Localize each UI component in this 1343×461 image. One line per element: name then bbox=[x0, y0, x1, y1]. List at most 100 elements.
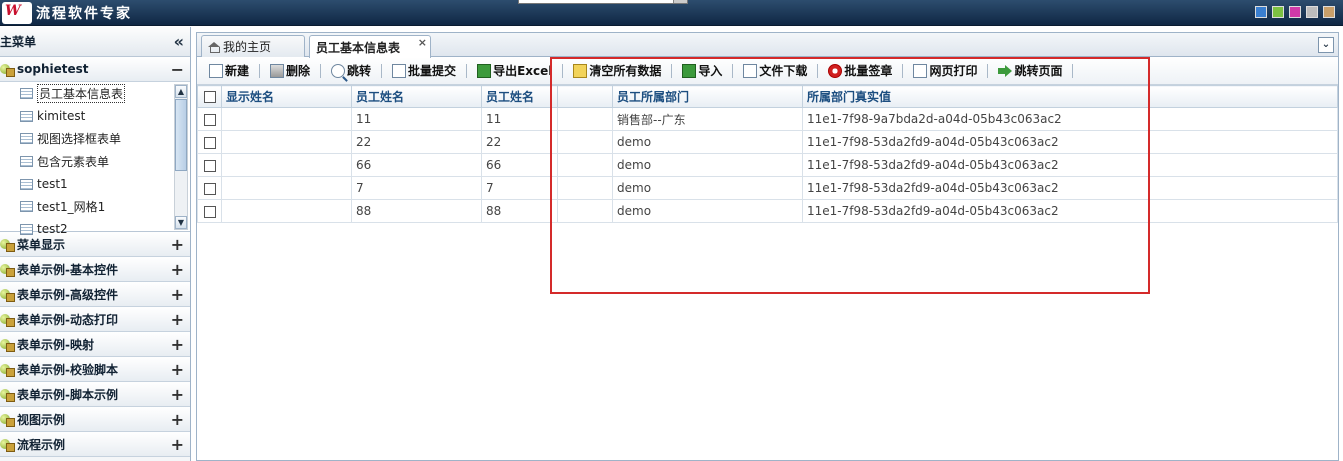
top-search-input[interactable] bbox=[518, 0, 688, 4]
skin-green-button[interactable] bbox=[1272, 6, 1284, 18]
goto-page-button[interactable]: 跳转页面 bbox=[996, 62, 1064, 79]
folder-icon bbox=[0, 287, 15, 302]
table-cell: 11e1-7f98-53da2fd9-a04d-05b43c063ac2 bbox=[802, 176, 1338, 200]
expand-icon[interactable]: + bbox=[171, 360, 184, 379]
separator bbox=[732, 63, 734, 78]
submenu-item-employee-info[interactable]: 员工基本信息表 bbox=[0, 82, 190, 105]
expand-icon[interactable]: + bbox=[171, 335, 184, 354]
skin-gray-button[interactable] bbox=[1306, 6, 1318, 18]
column-header[interactable]: 所属部门真实值 bbox=[802, 85, 1338, 108]
collapse-group-icon[interactable]: − bbox=[171, 60, 184, 79]
table-cell: 22 bbox=[351, 130, 482, 154]
table-cell: demo bbox=[612, 176, 803, 200]
tab-menu-icon[interactable]: ⌄ bbox=[1318, 37, 1334, 53]
collapse-sidebar-icon[interactable]: « bbox=[174, 32, 184, 51]
tab-home[interactable]: 我的主页 bbox=[201, 35, 305, 57]
expand-icon[interactable]: + bbox=[171, 385, 184, 404]
form-icon bbox=[20, 178, 33, 190]
submenu-item-view-select-form[interactable]: 视图选择框表单 bbox=[0, 127, 190, 150]
batch-submit-button[interactable]: 批量提交 bbox=[390, 62, 458, 79]
menu-group[interactable]: 视图示例 + bbox=[0, 407, 190, 432]
tab-employee-info[interactable]: 员工基本信息表 × bbox=[309, 35, 431, 58]
row-checkbox[interactable] bbox=[203, 205, 216, 218]
batch-sign-button[interactable]: 批量签章 bbox=[826, 62, 894, 79]
column-header[interactable]: 员工姓名 bbox=[351, 85, 482, 108]
expand-icon[interactable]: + bbox=[171, 285, 184, 304]
tab-label: 我的主页 bbox=[223, 40, 272, 54]
clear-all-button[interactable]: 清空所有数据 bbox=[571, 62, 663, 79]
submenu-item-element-form[interactable]: 包含元素表单 bbox=[0, 150, 190, 173]
sidebar-title: 主菜单 bbox=[0, 35, 37, 49]
print-button[interactable]: 网页打印 bbox=[911, 62, 979, 79]
close-tab-icon[interactable]: × bbox=[418, 36, 427, 49]
skin-pink-button[interactable] bbox=[1289, 6, 1301, 18]
separator bbox=[320, 63, 322, 78]
row-checkbox[interactable] bbox=[203, 182, 216, 195]
menu-group[interactable]: 表单示例-高级控件 + bbox=[0, 282, 190, 307]
sidebar-header: 主菜单 « bbox=[0, 27, 190, 57]
import-icon bbox=[682, 63, 697, 78]
new-button[interactable]: 新建 bbox=[207, 62, 251, 79]
top-search-button[interactable] bbox=[673, 0, 687, 3]
select-all-checkbox[interactable] bbox=[203, 91, 216, 103]
table-row[interactable]: 7 7 demo 11e1-7f98-53da2fd9-a04d-05b43c0… bbox=[197, 176, 1338, 200]
expand-icon[interactable]: + bbox=[171, 310, 184, 329]
column-header[interactable]: 显示姓名 bbox=[221, 85, 352, 108]
skin-brown-button[interactable] bbox=[1323, 6, 1335, 18]
download-button[interactable]: 文件下载 bbox=[741, 62, 809, 79]
menu-group[interactable]: 表单示例-基本控件 + bbox=[0, 257, 190, 282]
menu-group-label: 视图示例 bbox=[17, 412, 66, 427]
row-checkbox[interactable] bbox=[203, 159, 216, 172]
separator bbox=[259, 63, 261, 78]
menu-group-sophietest[interactable]: sophietest − bbox=[0, 57, 190, 82]
table-cell: 66 bbox=[351, 153, 482, 177]
expand-icon[interactable]: + bbox=[171, 260, 184, 279]
clear-icon bbox=[573, 63, 588, 78]
skin-blue-button[interactable] bbox=[1255, 6, 1267, 18]
column-header[interactable] bbox=[557, 85, 613, 108]
scroll-up-icon[interactable]: ▲ bbox=[175, 85, 187, 98]
form-icon bbox=[20, 87, 33, 99]
menu-group[interactable]: 流程示例 + bbox=[0, 432, 190, 457]
app-header: W 流程软件专家 bbox=[0, 0, 1343, 26]
menu-group-label: 表单示例-高级控件 bbox=[17, 287, 118, 302]
column-header[interactable]: 员工姓名 bbox=[481, 85, 558, 108]
submenu-item-test2[interactable]: test2 bbox=[0, 218, 190, 241]
menu-group[interactable]: 表单示例-校验脚本 + bbox=[0, 357, 190, 382]
table-row[interactable]: 22 22 demo 11e1-7f98-53da2fd9-a04d-05b43… bbox=[197, 130, 1338, 154]
folder-icon bbox=[0, 437, 15, 452]
column-header[interactable]: 员工所属部门 bbox=[612, 85, 803, 108]
import-button[interactable]: 导入 bbox=[680, 62, 724, 79]
menu-group-label: 表单示例-映射 bbox=[17, 337, 94, 352]
delete-button[interactable]: 删除 bbox=[268, 62, 312, 79]
table-row[interactable]: 11 11 销售部--广东 11e1-7f98-9a7bda2d-a04d-05… bbox=[197, 107, 1338, 131]
menu-group[interactable]: 表单示例-脚本示例 + bbox=[0, 382, 190, 407]
menu-group[interactable]: 表单示例-动态打印 + bbox=[0, 307, 190, 332]
row-checkbox[interactable] bbox=[203, 113, 216, 126]
menu-group[interactable]: 表单示例-映射 + bbox=[0, 332, 190, 357]
row-select-cell bbox=[197, 176, 222, 200]
submenu-item-kimitest[interactable]: kimitest bbox=[0, 105, 190, 128]
submenu-scrollbar[interactable]: ▲ ▼ bbox=[174, 84, 188, 230]
skin-switcher bbox=[1255, 6, 1335, 18]
form-icon bbox=[20, 223, 33, 235]
separator bbox=[1072, 63, 1074, 78]
scroll-down-icon[interactable]: ▼ bbox=[175, 216, 187, 229]
table-cell: 11e1-7f98-53da2fd9-a04d-05b43c063ac2 bbox=[802, 130, 1338, 154]
expand-icon[interactable]: + bbox=[171, 410, 184, 429]
folder-icon bbox=[0, 387, 15, 402]
export-excel-button[interactable]: 导出Excel bbox=[475, 62, 554, 79]
expand-icon[interactable]: + bbox=[171, 435, 184, 454]
scroll-thumb[interactable] bbox=[175, 99, 187, 171]
form-icon bbox=[20, 155, 33, 167]
submenu-item-test1[interactable]: test1 bbox=[0, 173, 190, 196]
folder-icon bbox=[0, 62, 15, 77]
logo-icon: W bbox=[2, 2, 32, 24]
submenu-item-test1-grid1[interactable]: test1_网格1 bbox=[0, 195, 190, 218]
table-cell bbox=[221, 107, 352, 131]
jump-button[interactable]: 跳转 bbox=[329, 62, 373, 79]
row-checkbox[interactable] bbox=[203, 136, 216, 149]
table-row[interactable]: 66 66 demo 11e1-7f98-53da2fd9-a04d-05b43… bbox=[197, 153, 1338, 177]
table-cell: 7 bbox=[351, 176, 482, 200]
table-row[interactable]: 88 88 demo 11e1-7f98-53da2fd9-a04d-05b43… bbox=[197, 199, 1338, 223]
